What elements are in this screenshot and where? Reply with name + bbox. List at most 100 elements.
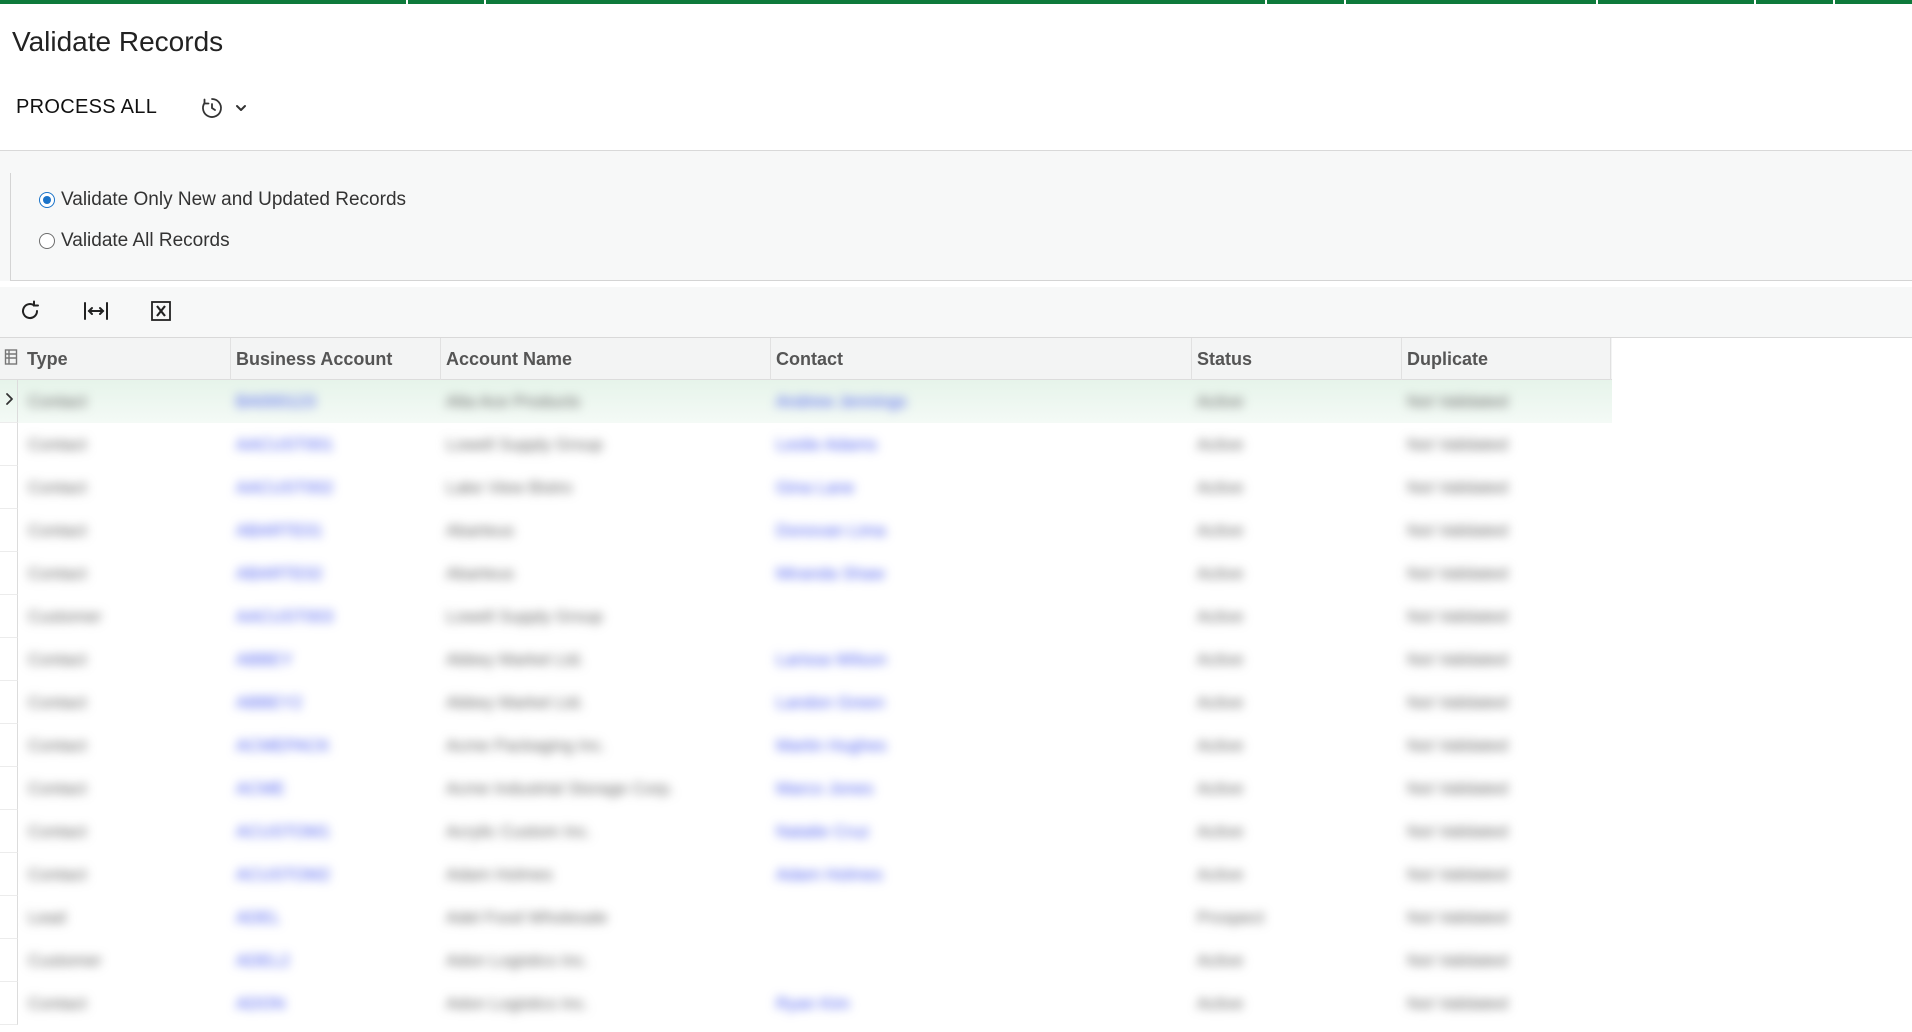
grid-cell-business-account[interactable]: ABARTE02 (230, 552, 440, 595)
grid-cell-duplicate: Not Validated (1407, 821, 1508, 841)
grid-cell-status: Active (1197, 950, 1244, 970)
row-selector[interactable] (0, 724, 18, 767)
table-row[interactable]: Customer ADEL2 Adon Logistics Inc. Active No… (0, 939, 1612, 982)
table-row[interactable]: Lead ADEL Adel Food Wholesale Prospect Not V… (0, 896, 1612, 939)
row-selector[interactable] (0, 380, 18, 423)
grid-cell-business-account[interactable]: ACUSTOM1 (230, 810, 440, 853)
schedule-dropdown-button[interactable] (200, 94, 260, 124)
grid-cell-contact[interactable]: Leslie Adams (770, 423, 1191, 466)
radio-option-all[interactable]: Validate All Records (39, 230, 230, 252)
grid-cell-business-account[interactable]: ABBEY2 (230, 681, 440, 724)
table-row[interactable]: Contact ABARTE02 Abarteus Miranda Shaw Activ… (0, 552, 1612, 595)
grid-cell-type: Contact (28, 864, 87, 884)
grid-cell-business-account[interactable]: ACUSTOM2 (230, 853, 440, 896)
process-all-button[interactable]: PROCESS ALL (16, 96, 157, 119)
grid-cell-contact[interactable] (770, 896, 1191, 939)
grid-cell-type: Lead (28, 907, 66, 927)
bar-notch (1344, 0, 1346, 4)
table-row[interactable]: Contact ABARTE01 Abarteus Donovan Lima Activ… (0, 509, 1612, 552)
refresh-icon (18, 299, 42, 326)
row-selector[interactable] (0, 896, 18, 939)
table-row[interactable]: Contact BA000123 Alta Ace Products Andrew J… (0, 380, 1612, 423)
grid-cell-business-account[interactable]: ABBEY (230, 638, 440, 681)
row-selector[interactable] (0, 939, 18, 982)
row-selector[interactable] (0, 638, 18, 681)
grid-cell-account-name: Lake View Bistro (446, 477, 573, 497)
table-row[interactable]: Contact ACUSTOM2 Adam Holmes Adam Holmes Act… (0, 853, 1612, 896)
row-selector[interactable] (0, 466, 18, 509)
grid-cell-contact[interactable]: Larissa Wilson (770, 638, 1191, 681)
row-selector[interactable] (0, 509, 18, 552)
grid-cell-business-account[interactable]: ACME (230, 767, 440, 810)
grid-cell-contact[interactable]: Natalie Cruz (770, 810, 1191, 853)
grid-cell-contact[interactable]: Landon Green (770, 681, 1191, 724)
column-header-duplicate[interactable]: Duplicate (1401, 338, 1611, 380)
table-row[interactable]: Contact ADON Adon Logistics Inc. Ryan Kim Ac… (0, 982, 1612, 1025)
row-selector[interactable] (0, 982, 18, 1025)
grid-cell-business-account[interactable]: AACUST001 (230, 423, 440, 466)
table-row[interactable]: Contact AACUST001 Lowell Supply Group Lesli… (0, 423, 1612, 466)
radio-option-new-updated[interactable]: Validate Only New and Updated Records (39, 189, 406, 211)
row-selector[interactable] (0, 595, 18, 638)
column-header-account-name[interactable]: Account Name (440, 338, 770, 380)
grid-cell-business-account[interactable]: AACUST003 (230, 595, 440, 638)
grid-cell-contact[interactable]: Ryan Kim (770, 982, 1191, 1025)
bar-notch (484, 0, 486, 4)
grid-cell-business-account[interactable]: AACUST002 (230, 466, 440, 509)
table-row[interactable]: Customer AACUST003 Lowell Supply Group Acti… (0, 595, 1612, 638)
radio-button-checked[interactable] (39, 192, 55, 208)
radio-label: Validate Only New and Updated Records (61, 189, 407, 210)
top-accent-bar (0, 0, 1912, 4)
fit-columns-button[interactable] (79, 295, 113, 329)
grid-cell-status: Active (1197, 778, 1244, 798)
row-selector[interactable] (0, 423, 18, 466)
grid-cell-account-name: Lowell Supply Group (446, 434, 603, 454)
column-chooser-button[interactable] (0, 338, 22, 380)
grid-cell-business-account[interactable]: ADEL2 (230, 939, 440, 982)
table-row[interactable]: Contact ACMEPACK Acme Packaging Inc. Martin… (0, 724, 1612, 767)
refresh-button[interactable] (13, 295, 47, 329)
table-row[interactable]: Contact ACUSTOM1 Acrylic Custom Inc. Natali… (0, 810, 1612, 853)
grid-cell-contact[interactable]: Miranda Shaw (770, 552, 1191, 595)
grid-cell-type: Contact (28, 520, 87, 540)
grid-cell-duplicate: Not Validated (1407, 735, 1508, 755)
grid-cell-contact[interactable]: Andrew Jennings (770, 380, 1191, 423)
row-selector[interactable] (0, 767, 18, 810)
grid-cell-status: Active (1197, 477, 1244, 497)
grid-cell-duplicate: Not Validated (1407, 778, 1508, 798)
export-excel-button[interactable] (144, 295, 178, 329)
column-header-business-account[interactable]: Business Account (230, 338, 440, 380)
grid-cell-contact[interactable]: Donovan Lima (770, 509, 1191, 552)
grid-cell-contact[interactable]: Marco Jones (770, 767, 1191, 810)
table-row[interactable]: Contact ABBEY2 Abbey Market Ltd. Landon Gre… (0, 681, 1612, 724)
grid-cell-contact[interactable]: Gina Lane (770, 466, 1191, 509)
grid-cell-business-account[interactable]: ABARTE01 (230, 509, 440, 552)
table-row[interactable]: Contact AACUST002 Lake View Bistro Gina Lan… (0, 466, 1612, 509)
table-row[interactable]: Contact ABBEY Abbey Market Ltd. Larissa Wil… (0, 638, 1612, 681)
column-header-status[interactable]: Status (1191, 338, 1401, 380)
grid-cell-duplicate: Not Validated (1407, 477, 1508, 497)
column-header-contact[interactable]: Contact (770, 338, 1191, 380)
grid-cell-business-account[interactable]: BA000123 (230, 380, 440, 423)
grid-cell-contact[interactable]: Adam Holmes (770, 853, 1191, 896)
grid-cell-business-account[interactable]: ACMEPACK (230, 724, 440, 767)
column-header-type[interactable]: Type (22, 338, 230, 380)
table-row[interactable]: Contact ACME Acme Industrial Storage Corp.… (0, 767, 1612, 810)
chevron-right-icon (4, 392, 14, 411)
grid-cell-business-account[interactable]: ADEL (230, 896, 440, 939)
grid-cell-duplicate: Not Validated (1407, 907, 1508, 927)
grid-cell-type: Contact (28, 735, 87, 755)
row-selector[interactable] (0, 681, 18, 724)
radio-button[interactable] (39, 233, 55, 249)
row-selector[interactable] (0, 810, 18, 853)
row-selector[interactable] (0, 853, 18, 896)
grid-cell-business-account[interactable]: ADON (230, 982, 440, 1025)
grid-cell-duplicate: Not Validated (1407, 692, 1508, 712)
grid-cell-contact[interactable]: Martin Hughes (770, 724, 1191, 767)
page-title: Validate Records (12, 26, 224, 57)
grid-cell-contact[interactable] (770, 939, 1191, 982)
grid-cell-duplicate: Not Validated (1407, 520, 1508, 540)
row-selector[interactable] (0, 552, 18, 595)
grid-cell-type: Contact (28, 477, 87, 497)
grid-cell-contact[interactable] (770, 595, 1191, 638)
